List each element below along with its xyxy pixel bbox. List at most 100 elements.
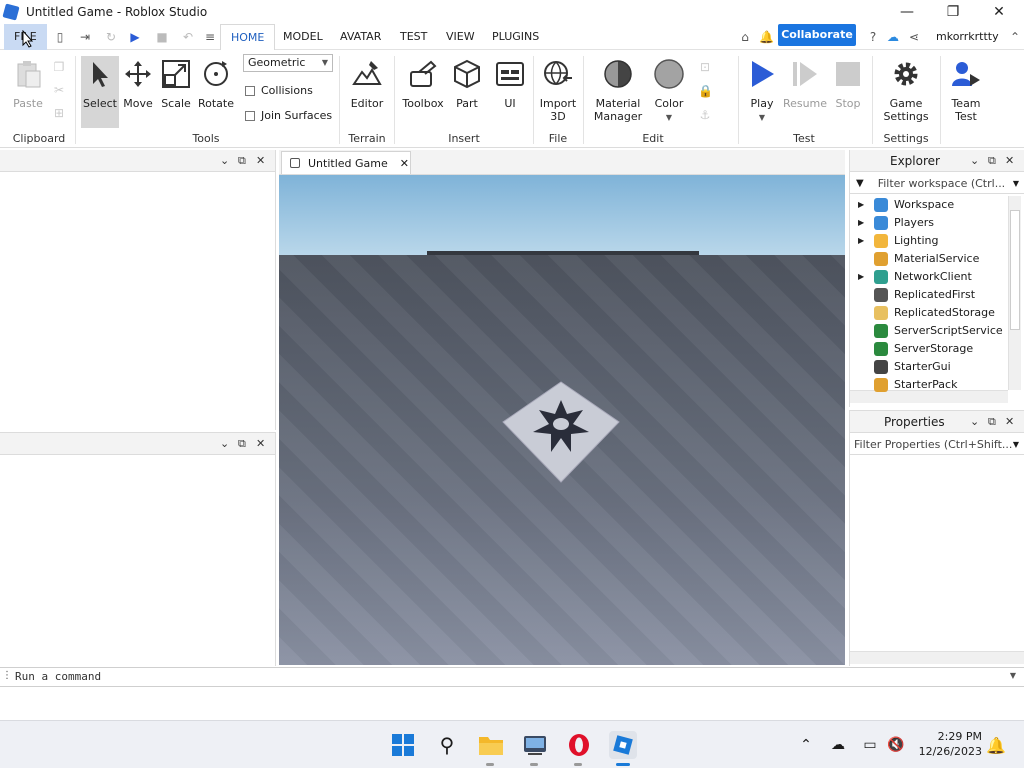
close-icon[interactable]: ✕ xyxy=(256,437,265,450)
explorer-item-players[interactable]: ▶ Players xyxy=(858,214,934,232)
rotate-button[interactable]: Rotate xyxy=(197,58,235,110)
windows-start-icon[interactable] xyxy=(389,731,417,759)
chevron-down-icon[interactable]: ▼ xyxy=(1013,179,1019,188)
help-icon[interactable]: ? xyxy=(866,30,880,44)
color-button[interactable]: Color ▼ xyxy=(650,58,688,123)
ribbon-collapse-icon[interactable]: ⌃ xyxy=(1008,30,1022,44)
properties-filter-input[interactable]: Filter Properties (Ctrl+Shift... ▼ xyxy=(850,435,1024,455)
tab-untitled-game[interactable]: Untitled Game ✕ xyxy=(281,151,411,174)
close-icon[interactable]: ✕ xyxy=(400,157,409,170)
explorer-item-serverstorage[interactable]: ServerStorage xyxy=(858,340,973,358)
cut-icon[interactable]: ✂ xyxy=(52,83,66,97)
tab-model[interactable]: MODEL xyxy=(273,24,333,50)
anchor-icon[interactable]: ⚓ xyxy=(698,108,712,122)
snap-mode-dropdown[interactable]: Geometric ▼ xyxy=(243,54,333,72)
minimize-button[interactable]: — xyxy=(884,0,930,24)
stop-quick-icon[interactable]: ■ xyxy=(155,30,169,44)
part-button[interactable]: Part xyxy=(450,58,484,110)
file-explorer-icon[interactable] xyxy=(477,731,505,759)
collisions-checkbox[interactable]: Collisions xyxy=(245,84,313,97)
stop-button[interactable]: Stop xyxy=(830,58,866,110)
roblox-studio-taskbar-icon[interactable] xyxy=(609,731,637,759)
username-label[interactable]: mkorrkrttty xyxy=(936,30,999,43)
undock-icon[interactable]: ⧉ xyxy=(988,154,996,168)
play-quick-icon[interactable]: ▶ xyxy=(128,30,142,44)
collaborate-button[interactable]: Collaborate xyxy=(778,24,856,46)
expand-arrow-icon[interactable]: ▶ xyxy=(858,214,868,232)
chevron-down-icon[interactable]: ⌄ xyxy=(220,437,229,450)
properties-horizontal-scrollbar[interactable] xyxy=(850,651,1024,664)
explorer-item-materialservice[interactable]: MaterialService xyxy=(858,250,979,268)
chevron-down-icon[interactable]: ⌄ xyxy=(220,154,229,167)
scale-button[interactable]: Scale xyxy=(158,58,194,110)
3d-viewport[interactable] xyxy=(279,175,845,665)
import-3d-button[interactable]: Import 3D xyxy=(537,58,579,123)
redo-icon[interactable]: ↻ xyxy=(104,30,118,44)
chevron-up-icon[interactable]: ⌃ xyxy=(792,731,820,759)
close-icon[interactable]: ✕ xyxy=(1005,415,1014,428)
home-icon[interactable]: ⌂ xyxy=(738,30,752,44)
chevron-down-icon[interactable]: ▼ xyxy=(1010,671,1016,680)
paste-button[interactable]: Paste xyxy=(10,58,46,110)
toolbox-button[interactable]: Toolbox xyxy=(400,58,446,110)
tab-plugins[interactable]: PLUGINS xyxy=(482,24,549,50)
explorer-item-replicatedstorage[interactable]: ReplicatedStorage xyxy=(858,304,995,322)
group-icon[interactable]: ⊡ xyxy=(698,60,712,74)
explorer-item-serverscriptservice[interactable]: ServerScriptService xyxy=(858,322,1003,340)
clock[interactable]: 2:29 PM 12/26/2023 xyxy=(918,729,982,759)
spawn-location-icon[interactable] xyxy=(499,380,623,484)
quick-access-dropdown-icon[interactable]: ≡ xyxy=(203,30,217,44)
new-file-icon[interactable]: ▯ xyxy=(53,30,67,44)
tab-test[interactable]: TEST xyxy=(390,24,437,50)
cloud-icon[interactable]: ☁ xyxy=(886,30,900,44)
undock-icon[interactable]: ⧉ xyxy=(238,437,246,451)
tab-view[interactable]: VIEW xyxy=(436,24,485,50)
explorer-filter-input[interactable]: ▼ Filter workspace (Ctrl... ▼ xyxy=(850,174,1024,194)
explorer-item-lighting[interactable]: ▶ Lighting xyxy=(858,232,938,250)
explorer-item-workspace[interactable]: ▶ Workspace xyxy=(858,196,954,214)
explorer-item-networkclient[interactable]: ▶ NetworkClient xyxy=(858,268,972,286)
team-test-button[interactable]: Team Test xyxy=(944,58,988,123)
volume-muted-icon[interactable]: 🔇 xyxy=(882,731,910,759)
move-button[interactable]: Move xyxy=(120,58,156,110)
game-settings-button[interactable]: Game Settings xyxy=(878,58,934,123)
play-button[interactable]: Play ▼ xyxy=(744,58,780,123)
copy-icon[interactable]: ❐ xyxy=(52,60,66,74)
notification-bell-icon[interactable]: 🔔 xyxy=(982,731,1010,759)
material-manager-button[interactable]: Material Manager xyxy=(592,58,644,123)
duplicate-icon[interactable]: ⊞ xyxy=(52,106,66,120)
network-icon[interactable]: ▭ xyxy=(856,731,884,759)
maximize-button[interactable]: ❐ xyxy=(930,0,976,24)
notification-bell-icon[interactable]: 🔔 xyxy=(759,30,774,44)
join-surfaces-checkbox[interactable]: Join Surfaces xyxy=(245,109,332,122)
close-icon[interactable]: ✕ xyxy=(256,154,265,167)
explorer-item-replicatedfirst[interactable]: ReplicatedFirst xyxy=(858,286,975,304)
resume-button[interactable]: Resume xyxy=(782,58,828,110)
share-icon[interactable]: ⋖ xyxy=(907,30,921,44)
expand-arrow-icon[interactable]: ▶ xyxy=(858,196,868,214)
expand-arrow-icon[interactable]: ▶ xyxy=(858,268,868,286)
search-icon[interactable]: ⚲ xyxy=(433,731,461,759)
close-icon[interactable]: ✕ xyxy=(1005,154,1014,167)
chevron-down-icon[interactable]: ⌄ xyxy=(970,415,979,428)
explorer-item-starterpack[interactable]: StarterPack xyxy=(858,376,957,394)
scrollbar-thumb[interactable] xyxy=(1010,210,1020,330)
terminal-app-icon[interactable] xyxy=(521,731,549,759)
terrain-editor-button[interactable]: Editor xyxy=(346,58,388,110)
close-window-button[interactable]: ✕ xyxy=(976,0,1022,24)
explorer-item-startergui[interactable]: StarterGui xyxy=(858,358,951,376)
undo-icon[interactable]: ↶ xyxy=(181,30,195,44)
undock-icon[interactable]: ⧉ xyxy=(238,154,246,168)
tab-avatar[interactable]: AVATAR xyxy=(330,24,391,50)
chevron-down-icon[interactable]: ▼ xyxy=(1013,440,1019,449)
explorer-vertical-scrollbar[interactable] xyxy=(1008,196,1021,390)
chevron-down-icon[interactable]: ⌄ xyxy=(970,154,979,167)
opera-browser-icon[interactable] xyxy=(565,731,593,759)
lock-icon[interactable]: 🔒 xyxy=(698,84,713,98)
select-button[interactable]: Select xyxy=(82,58,118,110)
undock-icon[interactable]: ⧉ xyxy=(988,415,996,429)
expand-arrow-icon[interactable]: ▶ xyxy=(858,232,868,250)
cloud-offline-icon[interactable]: ☁ xyxy=(824,731,852,759)
command-bar[interactable]: ⋮ Run a command ▼ xyxy=(0,667,1024,687)
ui-button[interactable]: UI xyxy=(492,58,528,110)
